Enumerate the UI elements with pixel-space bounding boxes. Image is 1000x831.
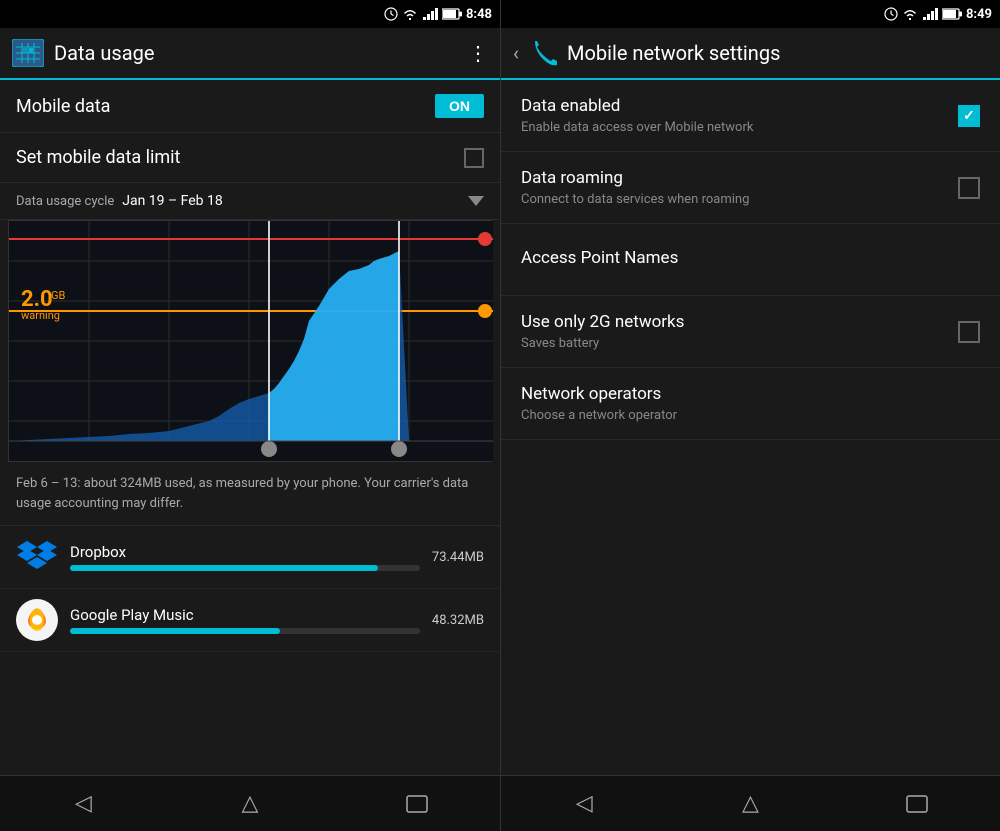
- dropbox-bar-fill: [70, 565, 378, 571]
- gpm-bar-bg: [70, 628, 420, 634]
- set-limit-label: Set mobile data limit: [16, 147, 180, 168]
- settings-item-network-operators[interactable]: Network operators Choose a network opera…: [501, 368, 1000, 440]
- right-toolbar: ‹ Mobile network settings: [501, 28, 1000, 80]
- battery-icon: [442, 8, 462, 20]
- signal-icon: [422, 7, 438, 21]
- gpm-bar-fill: [70, 628, 280, 634]
- gpm-size: 48.32MB: [432, 613, 484, 628]
- settings-item-2g[interactable]: Use only 2G networks Saves battery: [501, 296, 1000, 368]
- data-enabled-subtitle: Enable data access over Mobile network: [521, 120, 958, 135]
- settings-item-apn-text: Access Point Names: [521, 248, 980, 272]
- app-row-gpm[interactable]: Google Play Music 48.32MB: [0, 589, 500, 652]
- left-home-button[interactable]: △: [220, 784, 280, 824]
- set-limit-checkbox[interactable]: [464, 148, 484, 168]
- left-time: 8:48: [466, 7, 492, 22]
- wifi-icon: [402, 7, 418, 21]
- 2g-title: Use only 2G networks: [521, 312, 958, 332]
- right-toolbar-title: Mobile network settings: [567, 41, 988, 65]
- dropbox-info: Dropbox: [70, 543, 420, 571]
- mobile-data-toggle[interactable]: ON: [435, 94, 484, 118]
- phone-icon: [529, 39, 557, 67]
- right-recent-apps-icon: [906, 795, 928, 813]
- left-panel: 8:48 Data usage ⋮ Mobile data ON Set mob…: [0, 0, 500, 831]
- right-back-button[interactable]: ◁: [554, 784, 614, 824]
- settings-item-data-enabled[interactable]: Data enabled Enable data access over Mob…: [501, 80, 1000, 152]
- settings-item-data-roaming-text: Data roaming Connect to data services wh…: [521, 168, 958, 207]
- right-panel: 8:49 ‹ Mobile network settings Data enab…: [500, 0, 1000, 831]
- right-settings-content: Data enabled Enable data access over Mob…: [501, 80, 1000, 775]
- settings-item-data-roaming[interactable]: Data roaming Connect to data services wh…: [501, 152, 1000, 224]
- gpm-info: Google Play Music: [70, 606, 420, 634]
- data-roaming-checkbox[interactable]: [958, 177, 980, 199]
- 2g-checkbox[interactable]: [958, 321, 980, 343]
- svg-text:GB: GB: [51, 289, 65, 302]
- gpm-name: Google Play Music: [70, 606, 420, 624]
- left-bottom-nav: ◁ △: [0, 775, 500, 831]
- usage-chart-svg: 2.0 GB warning: [9, 221, 493, 461]
- network-operators-title: Network operators: [521, 384, 980, 404]
- 2g-subtitle: Saves battery: [521, 336, 958, 351]
- right-wifi-icon: [902, 7, 918, 21]
- left-status-icons: [384, 7, 462, 21]
- gpm-icon: [16, 599, 58, 641]
- data-usage-toolbar-icon: [12, 39, 44, 67]
- right-home-button[interactable]: △: [720, 784, 780, 824]
- right-toolbar-back[interactable]: ‹: [513, 41, 519, 65]
- right-recent-button[interactable]: [887, 784, 947, 824]
- right-clock-icon: [884, 7, 898, 21]
- dropbox-bar-bg: [70, 565, 420, 571]
- right-status-icons: [884, 7, 962, 21]
- data-enabled-checkbox[interactable]: [958, 105, 980, 127]
- svg-text:warning: warning: [21, 309, 60, 322]
- dropbox-icon: [16, 536, 58, 578]
- recent-apps-icon: [406, 795, 428, 813]
- left-back-button[interactable]: ◁: [53, 784, 113, 824]
- right-battery-icon: [942, 8, 962, 20]
- right-time: 8:49: [966, 7, 992, 22]
- left-toolbar: Data usage ⋮: [0, 28, 500, 80]
- clock-icon: [384, 7, 398, 21]
- left-content: Mobile data ON Set mobile data limit Dat…: [0, 80, 500, 775]
- cycle-row[interactable]: Data usage cycle Jan 19 – Feb 18: [0, 183, 500, 220]
- settings-item-apn[interactable]: Access Point Names: [501, 224, 1000, 296]
- network-operators-subtitle: Choose a network operator: [521, 408, 980, 423]
- settings-item-data-enabled-text: Data enabled Enable data access over Mob…: [521, 96, 958, 135]
- left-recent-button[interactable]: [387, 784, 447, 824]
- set-limit-row[interactable]: Set mobile data limit: [0, 133, 500, 183]
- cycle-value: Jan 19 – Feb 18: [122, 193, 468, 209]
- mobile-data-label: Mobile data: [16, 96, 110, 117]
- data-enabled-title: Data enabled: [521, 96, 958, 116]
- dropbox-size: 73.44MB: [432, 550, 484, 565]
- gpm-logo: [16, 599, 58, 641]
- right-status-bar: 8:49: [501, 0, 1000, 28]
- right-bottom-nav: ◁ △: [501, 775, 1000, 831]
- apn-title: Access Point Names: [521, 248, 980, 268]
- dropbox-logo: [17, 539, 57, 575]
- left-toolbar-title: Data usage: [54, 41, 458, 65]
- data-roaming-title: Data roaming: [521, 168, 958, 188]
- data-roaming-subtitle: Connect to data services when roaming: [521, 192, 958, 207]
- settings-item-network-operators-text: Network operators Choose a network opera…: [521, 384, 980, 423]
- dropbox-name: Dropbox: [70, 543, 420, 561]
- cycle-arrow-icon: [468, 196, 484, 206]
- left-status-bar: 8:48: [0, 0, 500, 28]
- settings-item-2g-text: Use only 2G networks Saves battery: [521, 312, 958, 351]
- cycle-label: Data usage cycle: [16, 194, 114, 209]
- data-chart: 2.0 GB warning: [8, 220, 492, 462]
- app-row-dropbox[interactable]: Dropbox 73.44MB: [0, 526, 500, 589]
- right-signal-icon: [922, 7, 938, 21]
- chart-info-text: Feb 6 – 13: about 324MB used, as measure…: [0, 462, 500, 526]
- mobile-data-row: Mobile data ON: [0, 80, 500, 133]
- menu-dots-button[interactable]: ⋮: [468, 41, 488, 65]
